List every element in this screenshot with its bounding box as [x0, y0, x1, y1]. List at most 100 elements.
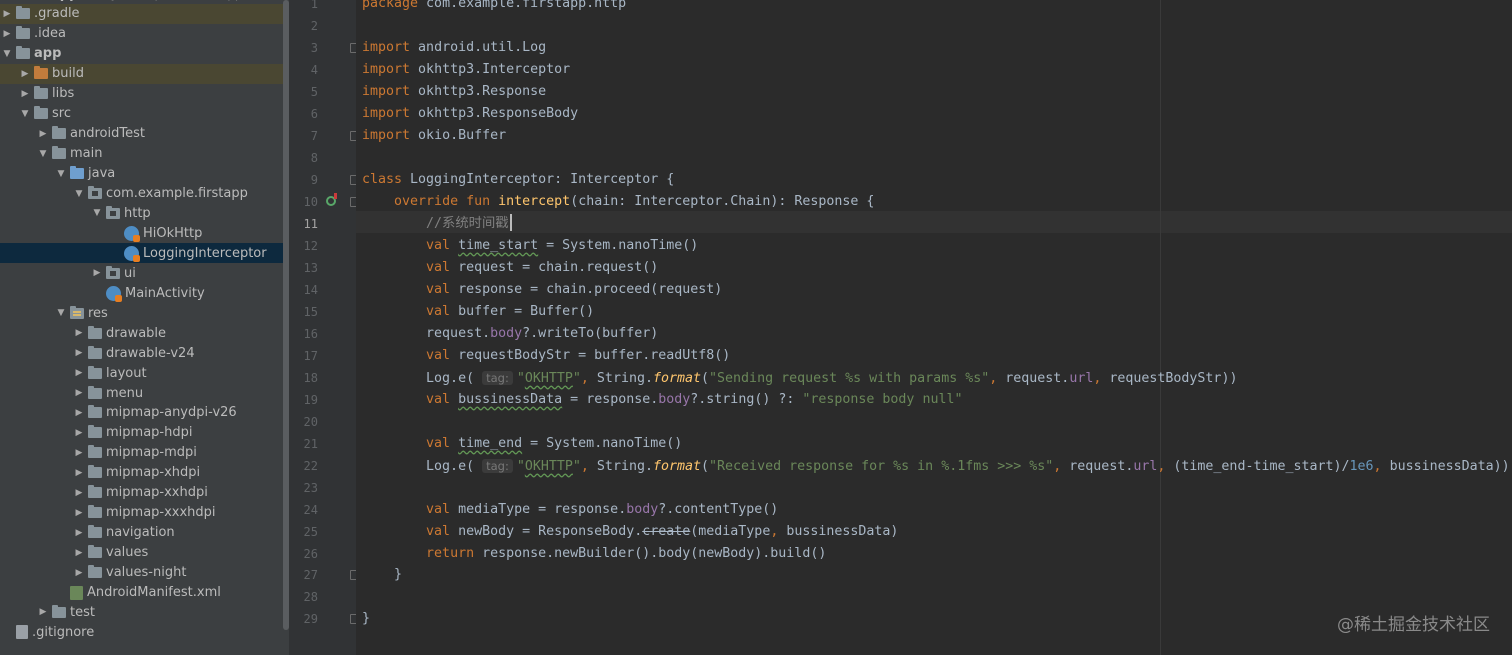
collapse-arrow-icon[interactable]: ▶	[74, 328, 84, 338]
code-line[interactable]: }	[362, 564, 402, 586]
code-line[interactable]: val time_end = System.nanoTime()	[362, 433, 682, 455]
collapse-arrow-icon[interactable]: ▶	[2, 9, 12, 19]
tree-item[interactable]: ▼ res	[0, 303, 289, 323]
tree-item[interactable]: ▶ test	[0, 602, 289, 622]
folder-icon	[16, 26, 30, 40]
code-line[interactable]: package com.example.firstapp.http	[362, 0, 626, 15]
override-method-icon[interactable]	[326, 192, 337, 206]
collapse-arrow-icon[interactable]: ▶	[20, 89, 30, 99]
tree-item[interactable]: ▶ values-night	[0, 563, 289, 583]
tree-item[interactable]: ▶ mipmap-xxxhdpi	[0, 503, 289, 523]
code-line[interactable]: val time_start = System.nanoTime()	[362, 235, 698, 257]
tree-item[interactable]: ▼ main	[0, 144, 289, 164]
tree-item-label: HiOkHttp	[143, 225, 203, 241]
expand-arrow-icon[interactable]: ▼	[92, 208, 102, 218]
collapse-arrow-icon[interactable]: ▶	[74, 488, 84, 498]
collapse-arrow-icon[interactable]: ▶	[74, 548, 84, 558]
code-line[interactable]: Log.e( tag: "OKHTTP", String.format("Send…	[362, 367, 1237, 389]
expand-arrow-icon[interactable]: ▼	[20, 109, 30, 119]
line-number: 20	[303, 414, 318, 429]
code-line[interactable]: override fun intercept(chain: Intercepto…	[362, 191, 874, 213]
tree-item[interactable]: ▶HiOkHttp	[0, 223, 289, 243]
code-line[interactable]: Log.e( tag: "OKHTTP", String.format("Rece…	[362, 455, 1510, 477]
tree-item[interactable]: ▶ build	[0, 63, 289, 84]
code-line[interactable]: val requestBodyStr = buffer.readUtf8()	[362, 345, 730, 367]
collapse-arrow-icon[interactable]: ▶	[74, 368, 84, 378]
expand-arrow-icon[interactable]: ▼	[56, 308, 66, 318]
code-token: }	[362, 567, 403, 583]
tree-item-label: navigation	[106, 525, 175, 541]
code-line[interactable]: val buffer = Buffer()	[362, 301, 594, 323]
code-token: import	[362, 83, 411, 99]
tree-item[interactable]: ▼ http	[0, 203, 289, 223]
tree-item[interactable]: ▶MainActivity	[0, 283, 289, 303]
code-line[interactable]: import okhttp3.Response	[362, 81, 546, 103]
code-line[interactable]: val bussinessData = response.body?.strin…	[362, 389, 962, 411]
tree-item[interactable]: ▶ .idea	[0, 24, 289, 44]
expand-arrow-icon[interactable]: ▼	[2, 49, 12, 59]
collapse-arrow-icon[interactable]: ▶	[38, 607, 48, 617]
expand-arrow-icon[interactable]: ▼	[38, 149, 48, 159]
tree-item-label: app	[34, 46, 62, 62]
collapse-arrow-icon[interactable]: ▶	[20, 69, 30, 79]
collapse-arrow-icon[interactable]: ▶	[92, 268, 102, 278]
tree-item-label: ui	[124, 265, 136, 281]
tree-item[interactable]: ▶ .gradle	[0, 3, 289, 24]
collapse-arrow-icon[interactable]: ▶	[74, 408, 84, 418]
collapse-arrow-icon[interactable]: ▶	[74, 468, 84, 478]
code-line[interactable]: class LoggingInterceptor: Interceptor {	[362, 169, 674, 191]
code-line[interactable]: }	[362, 608, 370, 630]
tree-item[interactable]: ▶ mipmap-hdpi	[0, 423, 289, 443]
tree-item[interactable]: ▶AndroidManifest.xml	[0, 583, 289, 603]
collapse-arrow-icon[interactable]: ▶	[74, 348, 84, 358]
code-token: bussinessData	[458, 391, 563, 407]
tree-item[interactable]: ▶ menu	[0, 383, 289, 403]
code-line[interactable]: import okhttp3.Interceptor	[362, 59, 570, 81]
code-line[interactable]: return response.newBuilder().body(newBod…	[362, 543, 826, 565]
code-line[interactable]: import okio.Buffer	[362, 125, 506, 147]
code-line[interactable]: //系统时间戳	[362, 213, 512, 235]
code-line[interactable]: val newBody = ResponseBody.create(mediaT…	[362, 521, 898, 543]
collapse-arrow-icon[interactable]: ▶	[74, 428, 84, 438]
code-editor[interactable]: package com.example.firstapp.http import …	[356, 0, 1512, 655]
code-line[interactable]: val request = chain.request()	[362, 257, 658, 279]
editor-gutter[interactable]: 1 2 3 4 5 6 7 8 9 10 11 12 13 14 15 16 17 18 19 20 21 22 23 24 2…	[294, 0, 358, 655]
project-tree[interactable]: ▼ FirstApp F:\MyWorkspaces\FirstApp ▶ .gradl…	[0, 0, 289, 655]
collapse-arrow-icon[interactable]: ▶	[74, 448, 84, 458]
code-line[interactable]: request.body?.writeTo(buffer)	[362, 323, 658, 345]
code-line[interactable]: val response = chain.proceed(request)	[362, 279, 722, 301]
tree-item[interactable]: ▶ layout	[0, 363, 289, 383]
collapse-arrow-icon[interactable]: ▶	[74, 508, 84, 518]
tree-item[interactable]: ▶ drawable	[0, 323, 289, 343]
tree-item[interactable]: ▶LoggingInterceptor	[0, 243, 289, 264]
tree-item[interactable]: ▶ mipmap-mdpi	[0, 443, 289, 463]
tree-item[interactable]: ▶ navigation	[0, 523, 289, 543]
collapse-arrow-icon[interactable]: ▶	[74, 388, 84, 398]
line-number: 28	[303, 590, 318, 605]
tree-item[interactable]: ▶ mipmap-xhdpi	[0, 463, 289, 483]
tree-item[interactable]: ▼ src	[0, 104, 289, 124]
collapse-arrow-icon[interactable]: ▶	[74, 528, 84, 538]
tree-item[interactable]: ▶ ui	[0, 263, 289, 283]
code-line[interactable]: import okhttp3.ResponseBody	[362, 103, 578, 125]
tree-item-label: AndroidManifest.xml	[87, 585, 221, 600]
tree-item[interactable]: ▶ mipmap-anydpi-v26	[0, 403, 289, 423]
tree-item[interactable]: ▼ java	[0, 164, 289, 184]
tree-item[interactable]: ▶ libs	[0, 84, 289, 104]
collapse-arrow-icon[interactable]: ▶	[2, 29, 12, 39]
tree-item[interactable]: ▶.gitignore	[0, 622, 289, 642]
collapse-arrow-icon[interactable]: ▶	[38, 129, 48, 139]
tree-item[interactable]: ▶ drawable-v24	[0, 343, 289, 363]
folder-icon	[88, 325, 102, 339]
collapse-arrow-icon[interactable]: ▶	[74, 568, 84, 578]
tree-item[interactable]: ▶ values	[0, 543, 289, 563]
tree-item[interactable]: ▶ mipmap-xxhdpi	[0, 483, 289, 503]
expand-arrow-icon[interactable]: ▼	[74, 189, 84, 199]
expand-arrow-icon[interactable]: ▼	[56, 169, 66, 179]
tree-item[interactable]: ▶ androidTest	[0, 124, 289, 144]
tree-item[interactable]: ▼ app	[0, 44, 289, 64]
code-line[interactable]: val mediaType = response.body?.contentTy…	[362, 499, 778, 521]
tree-item[interactable]: ▼ com.example.firstapp	[0, 184, 289, 204]
code-line[interactable]: import android.util.Log	[362, 37, 546, 59]
